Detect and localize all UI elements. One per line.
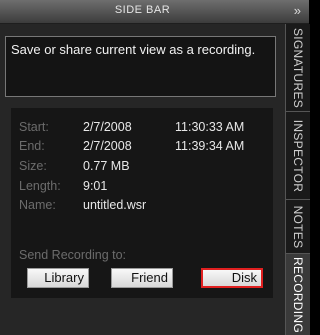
size-value: 0.77 MB (83, 159, 130, 173)
end-date: 2/7/2008 (83, 139, 132, 153)
tab-recording-label: RECORDING (291, 256, 305, 333)
sidebar-tabs: SIGNATURES INSPECTOR NOTES RECORDING (285, 24, 310, 335)
end-label: End: (19, 139, 45, 153)
tab-inspector[interactable]: INSPECTOR (286, 112, 310, 200)
tab-signatures-label: SIGNATURES (291, 27, 305, 108)
tab-notes[interactable]: NOTES (286, 200, 310, 254)
send-library-button[interactable]: Library (27, 268, 89, 288)
name-label: Name: (19, 198, 56, 212)
description-text: Save or share current view as a recordin… (11, 42, 256, 57)
description-box: Save or share current view as a recordin… (5, 36, 276, 97)
send-disk-button[interactable]: Disk (201, 268, 263, 288)
start-time: 11:30:33 AM (175, 120, 245, 134)
name-value[interactable]: untitled.wsr (83, 197, 146, 214)
sidebar-title: SIDE BAR (114, 4, 171, 16)
start-label: Start: (19, 120, 49, 134)
tab-recording[interactable]: RECORDING (286, 254, 310, 335)
recording-panel: Save or share current view as a recordin… (0, 24, 285, 335)
length-value: 9:01 (83, 179, 108, 193)
start-date: 2/7/2008 (83, 120, 132, 134)
send-friend-button[interactable]: Friend (111, 268, 173, 288)
recording-info: Start: 2/7/2008 11:30:33 AM End: 2/7/200… (11, 108, 273, 298)
length-label: Length: (19, 179, 61, 193)
sidebar-titlebar: SIDE BAR » (0, 0, 309, 24)
end-time: 11:39:34 AM (175, 139, 245, 153)
tab-signatures[interactable]: SIGNATURES (286, 24, 310, 112)
tab-inspector-label: INSPECTOR (291, 119, 305, 192)
send-recording-label: Send Recording to: (19, 248, 127, 262)
tab-notes-label: NOTES (291, 205, 305, 248)
collapse-icon[interactable]: » (294, 3, 301, 18)
size-label: Size: (19, 159, 47, 173)
